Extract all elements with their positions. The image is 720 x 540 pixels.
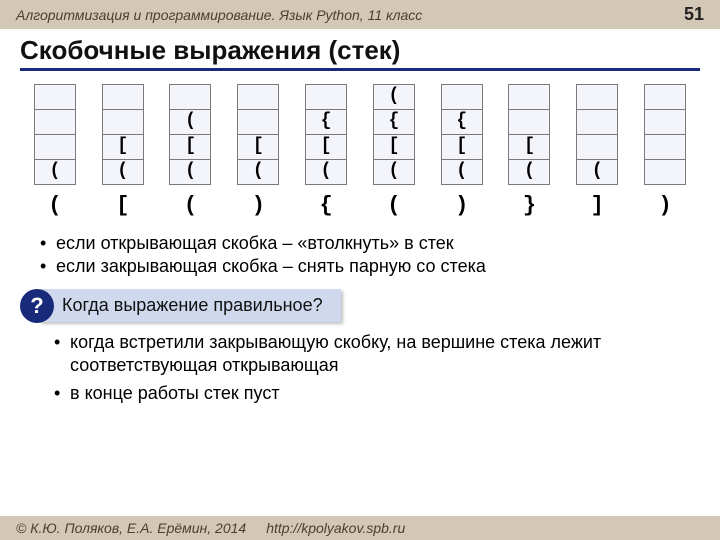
stack-cell — [644, 159, 686, 185]
rules-list: если открывающая скобка – «втолкнуть» в … — [56, 232, 702, 279]
stack-input-char: ( — [184, 193, 197, 218]
stack-cell — [102, 109, 144, 135]
stack-column: [([ — [92, 85, 154, 218]
stack-cell — [644, 134, 686, 160]
stack-input-char: ) — [455, 193, 468, 218]
answers-list: когда встретили закрывающую скобку, на в… — [70, 331, 702, 405]
stack-cell — [576, 109, 618, 135]
stack-cell: [ — [508, 134, 550, 160]
page-title: Скобочные выражения (стек) — [20, 35, 700, 66]
answers-item: в конце работы стек пуст — [70, 382, 702, 405]
stack-column: [(} — [499, 85, 561, 218]
stack-cell — [102, 84, 144, 110]
stack-cell: { — [373, 109, 415, 135]
course-label: Алгоритмизация и программирование. Язык … — [16, 7, 422, 23]
stack-cell — [508, 109, 550, 135]
stack-cell: ( — [169, 159, 211, 185]
stack-input-char: [ — [116, 193, 129, 218]
stack-cell — [644, 109, 686, 135]
stack-cell: { — [441, 109, 483, 135]
stack-input-char: ) — [658, 193, 671, 218]
stack-cell — [237, 109, 279, 135]
stack-cell — [644, 84, 686, 110]
stack-cell: ( — [373, 159, 415, 185]
stack-cell: [ — [102, 134, 144, 160]
stack-cell: ( — [34, 159, 76, 185]
title-rule — [20, 68, 700, 71]
stack-column: {[() — [431, 85, 493, 218]
stack-cell: [ — [169, 134, 211, 160]
stack-cell: ( — [237, 159, 279, 185]
stack-column: (( — [24, 85, 86, 218]
stack-cell: [ — [237, 134, 279, 160]
stack-cell: [ — [305, 134, 347, 160]
stack-input-char: ( — [387, 193, 400, 218]
footer-url: http://kpolyakov.spb.ru — [266, 520, 405, 536]
stack-cell: { — [305, 109, 347, 135]
stack-cell: [ — [441, 134, 483, 160]
rules-item: если закрывающая скобка – снять парную с… — [56, 255, 702, 278]
stack-cell — [576, 134, 618, 160]
stack-cell: ( — [373, 84, 415, 110]
question-row: ? Когда выражение правильное? — [20, 289, 700, 323]
stack-cell: ( — [508, 159, 550, 185]
stack-cell — [34, 134, 76, 160]
stack-column: (] — [566, 85, 628, 218]
rules-item: если открывающая скобка – «втолкнуть» в … — [56, 232, 702, 255]
stack-column: [() — [227, 85, 289, 218]
stack-cell — [237, 84, 279, 110]
stack-cell — [576, 84, 618, 110]
stack-input-char: { — [319, 193, 332, 218]
stack-cell: ( — [576, 159, 618, 185]
stack-cell: ( — [102, 159, 144, 185]
stack-column: ([(( — [160, 85, 222, 218]
stack-cell — [34, 109, 76, 135]
stack-diagram: (([([([(([(){[({({[(({[()[(}(]) — [0, 85, 720, 218]
stack-cell: ( — [305, 159, 347, 185]
footer-copyright: © К.Ю. Поляков, Е.А. Ерёмин, 2014 — [16, 520, 246, 536]
header-bar: Алгоритмизация и программирование. Язык … — [0, 0, 720, 29]
stack-cell: ( — [441, 159, 483, 185]
stack-cell — [508, 84, 550, 110]
footer-bar: © К.Ю. Поляков, Е.А. Ерёмин, 2014 http:/… — [0, 516, 720, 540]
page-number: 51 — [684, 4, 704, 25]
stack-cell: [ — [373, 134, 415, 160]
stack-column: ({[(( — [363, 85, 425, 218]
stack-cell — [169, 84, 211, 110]
stack-cell — [34, 84, 76, 110]
stack-cell: ( — [169, 109, 211, 135]
answers-item: когда встретили закрывающую скобку, на в… — [70, 331, 702, 378]
stack-input-char: } — [523, 193, 536, 218]
question-text: Когда выражение правильное? — [40, 289, 341, 322]
stack-input-char: ] — [591, 193, 604, 218]
stack-input-char: ( — [48, 193, 61, 218]
question-mark-icon: ? — [20, 289, 54, 323]
stack-input-char: ) — [252, 193, 265, 218]
stack-cell — [305, 84, 347, 110]
stack-cell — [441, 84, 483, 110]
stack-column: {[({ — [295, 85, 357, 218]
stack-column: ) — [634, 85, 696, 218]
